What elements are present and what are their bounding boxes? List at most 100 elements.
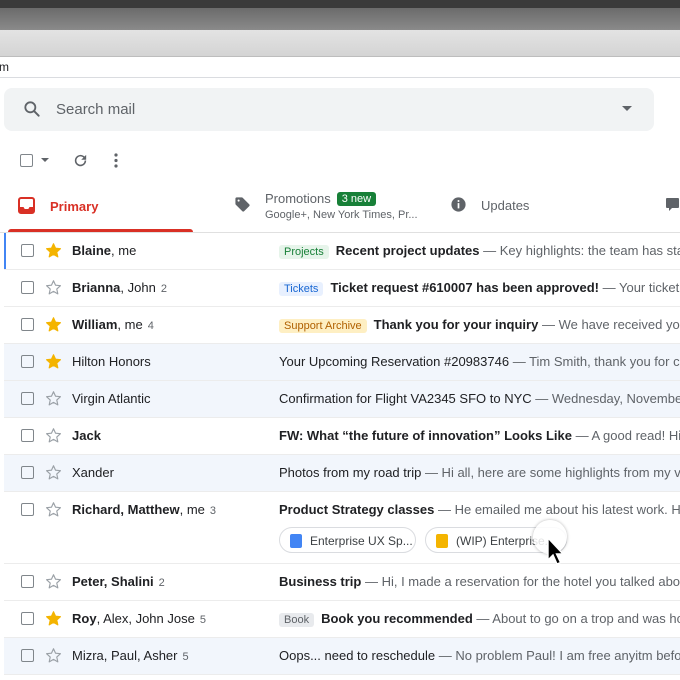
label-tag[interactable]: Book: [279, 613, 315, 627]
label-tag[interactable]: Tickets: [279, 282, 324, 296]
row-checkbox[interactable]: [21, 429, 34, 442]
email-subject-line: Oops... need to reschedule — No problem …: [279, 648, 680, 663]
email-subject-line: Support Archive Thank you for your inquir…: [279, 317, 680, 333]
browser-bookmarks-bar: [0, 30, 680, 57]
refresh-icon[interactable]: [72, 152, 89, 169]
email-snippet: — Hi, I made a reservation for the hotel…: [361, 574, 680, 589]
address-bar[interactable]: m: [0, 57, 680, 78]
star-filled-icon[interactable]: [45, 316, 62, 333]
forum-icon: [666, 198, 679, 211]
email-subject: Business trip: [279, 574, 362, 589]
email-row[interactable]: Richard, Matthew, me 3 Product Strategy cl…: [4, 492, 680, 564]
thread-count: 2: [158, 577, 165, 589]
email-subject: Confirmation for Flight VA2345 SFO to NY…: [279, 391, 532, 406]
thread-count: 4: [147, 320, 154, 332]
row-checkbox[interactable]: [21, 649, 34, 662]
search-icon[interactable]: [22, 99, 42, 119]
email-subject: Photos from my road trip: [279, 465, 422, 480]
star-outline-icon[interactable]: [45, 390, 62, 407]
email-snippet: — A good read! Highly rec: [575, 428, 680, 443]
search-options-caret-icon[interactable]: [622, 106, 632, 111]
row-checkbox[interactable]: [21, 503, 34, 516]
email-sender: Brianna, John 2: [72, 280, 167, 295]
sender-other-names: Hilton Honors: [72, 354, 151, 369]
star-outline-icon[interactable]: [45, 464, 62, 481]
row-checkbox[interactable]: [21, 612, 34, 625]
email-subject-line: Book Book you recommended — About to go o…: [279, 611, 680, 627]
email-sender: Hilton Honors: [72, 354, 151, 369]
search-input[interactable]: [56, 99, 596, 119]
email-snippet: — He emailed me about his latest work. H…: [437, 502, 680, 517]
select-dropdown-icon[interactable]: [41, 158, 49, 162]
sender-other-names: , John: [120, 280, 156, 295]
email-row[interactable]: Blaine, me Projects Recent project updates…: [4, 233, 680, 270]
label-tag[interactable]: Support Archive: [279, 319, 367, 333]
email-subject-line: Tickets Ticket request #610007 has been a…: [279, 280, 680, 296]
inbox-icon: [18, 197, 35, 214]
star-outline-icon[interactable]: [45, 647, 62, 664]
mail-toolbar: [0, 140, 680, 180]
mouse-pointer-icon: [547, 537, 565, 565]
row-checkbox[interactable]: [21, 318, 34, 331]
star-filled-icon[interactable]: [45, 242, 62, 259]
email-subject-line: Business trip — Hi, I made a reservation…: [279, 574, 680, 589]
email-row[interactable]: Virgin Atlantic Confirmation for Flight V…: [4, 381, 680, 418]
browser-toolbar: [0, 8, 680, 30]
email-snippet: — Your ticket has: [602, 280, 680, 295]
email-row[interactable]: Xander Photos from my road trip — Hi all,…: [4, 455, 680, 492]
row-checkbox[interactable]: [21, 392, 34, 405]
thread-count: 2: [160, 283, 167, 295]
search-bar[interactable]: [4, 88, 654, 131]
sender-unread-name: Richard, Matthew: [72, 502, 180, 517]
email-subject: Thank you for your inquiry: [373, 317, 539, 332]
email-snippet: — We have received your mes: [541, 317, 680, 332]
select-all-checkbox[interactable]: [20, 154, 33, 167]
star-outline-icon[interactable]: [45, 501, 62, 518]
tab-forums[interactable]: [662, 182, 680, 232]
email-sender: Roy, Alex, John Jose 5: [72, 611, 206, 626]
category-tabs: Primary Promotions 3 new Google+, New Yor…: [0, 182, 680, 233]
star-outline-icon[interactable]: [45, 427, 62, 444]
sender-other-names: Virgin Atlantic: [72, 391, 151, 406]
row-checkbox[interactable]: [21, 466, 34, 479]
attachment-name: Enterprise UX Sp...: [310, 534, 413, 548]
tab-updates[interactable]: Updates: [446, 182, 646, 232]
tab-promotions[interactable]: Promotions 3 new Google+, New York Times,…: [226, 182, 426, 232]
sender-unread-name: Brianna: [72, 280, 121, 295]
more-options-icon[interactable]: [108, 152, 124, 169]
email-sender: Peter, Shalini 2: [72, 574, 165, 589]
email-row[interactable]: Jack FW: What “the future of innovation” …: [4, 418, 680, 455]
email-subject-line: Projects Recent project updates — Key hig…: [279, 243, 680, 259]
email-row[interactable]: William, me 4 Support Archive Thank you for…: [4, 307, 680, 344]
attachment-chip[interactable]: Enterprise UX Sp...: [279, 527, 416, 553]
email-subject: FW: What “the future of innovation” Look…: [279, 428, 572, 443]
email-subject-line: Your Upcoming Reservation #20983746 — Ti…: [279, 354, 680, 369]
star-filled-icon[interactable]: [45, 353, 62, 370]
email-subject: Book you recommended: [321, 611, 473, 626]
email-subject: Oops... need to reschedule: [279, 648, 436, 663]
row-checkbox[interactable]: [21, 575, 34, 588]
sender-other-names: , me: [179, 502, 205, 517]
label-tag[interactable]: Projects: [279, 245, 329, 259]
row-checkbox[interactable]: [21, 355, 34, 368]
sender-other-names: , Alex, John Jose: [96, 611, 195, 626]
email-row[interactable]: Hilton Honors Your Upcoming Reservation #…: [4, 344, 680, 381]
row-checkbox[interactable]: [21, 281, 34, 294]
row-checkbox[interactable]: [21, 244, 34, 257]
email-list: Blaine, me Projects Recent project updates…: [4, 233, 680, 675]
email-snippet: — No problem Paul! I am free anyitm befo…: [435, 648, 680, 663]
email-sender: Mizra, Paul, Asher 5: [72, 648, 189, 663]
info-icon: [451, 197, 466, 212]
email-row[interactable]: Mizra, Paul, Asher 5 Oops... need to resch…: [4, 638, 680, 675]
address-text: m: [0, 60, 9, 74]
tab-primary[interactable]: Primary: [0, 182, 200, 232]
star-outline-icon[interactable]: [45, 279, 62, 296]
email-sender: Jack: [72, 428, 101, 443]
email-row[interactable]: Roy, Alex, John Jose 5 Book Book you recomm…: [4, 601, 680, 638]
star-filled-icon[interactable]: [45, 610, 62, 627]
new-count-badge: 3 new: [336, 192, 377, 206]
star-outline-icon[interactable]: [45, 573, 62, 590]
email-subject-line: Confirmation for Flight VA2345 SFO to NY…: [279, 391, 680, 406]
email-row[interactable]: Peter, Shalini 2 Business trip — Hi, I mad…: [4, 564, 680, 601]
email-row[interactable]: Brianna, John 2 Tickets Ticket request #610…: [4, 270, 680, 307]
